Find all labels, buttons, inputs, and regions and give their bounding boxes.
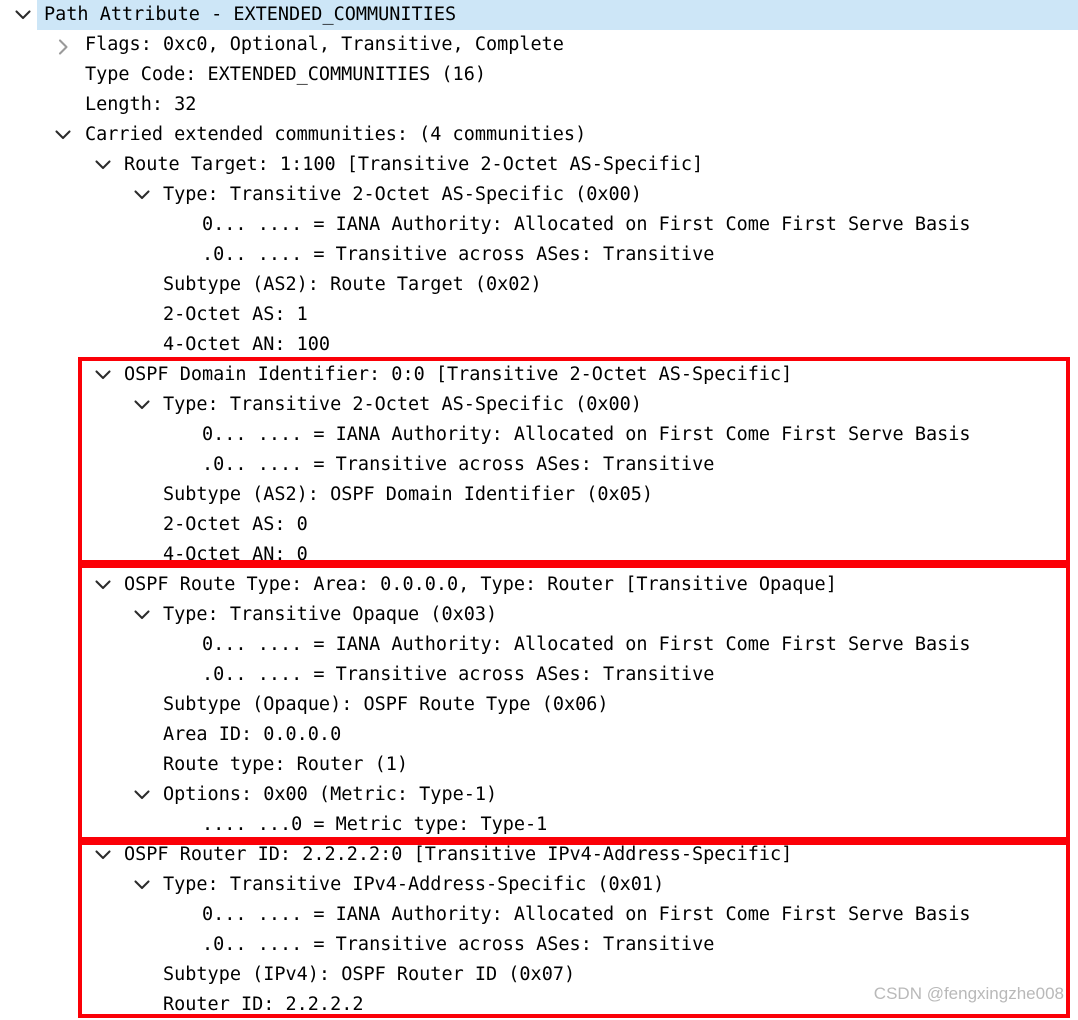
tree-row[interactable]: OSPF Domain Identifier: 0:0 [Transitive … — [0, 360, 1078, 390]
tree-row[interactable]: 0... .... = IANA Authority: Allocated on… — [0, 420, 1078, 450]
tree-row[interactable]: Route Target: 1:100 [Transitive 2-Octet … — [0, 150, 1078, 180]
tree-row[interactable]: Type: Transitive 2-Octet AS-Specific (0x… — [0, 180, 1078, 210]
tree-row[interactable]: .0.. .... = Transitive across ASes: Tran… — [0, 450, 1078, 480]
tree-row-label: Length: 32 — [85, 94, 197, 115]
tree-row-label: Type Code: EXTENDED_COMMUNITIES (16) — [85, 64, 486, 85]
tree-row-label: Type: Transitive IPv4-Address-Specific (… — [163, 874, 665, 895]
tree-row[interactable]: Path Attribute - EXTENDED_COMMUNITIES — [0, 0, 1078, 30]
chevron-down-icon[interactable] — [131, 600, 153, 630]
tree-row-label: 2-Octet AS: 0 — [163, 514, 308, 535]
tree-row[interactable]: OSPF Router ID: 2.2.2.2:0 [Transitive IP… — [0, 840, 1078, 870]
tree-row[interactable]: Flags: 0xc0, Optional, Transitive, Compl… — [0, 30, 1078, 60]
tree-row-label: Type: Transitive 2-Octet AS-Specific (0x… — [163, 184, 642, 205]
tree-row[interactable]: 0... .... = IANA Authority: Allocated on… — [0, 210, 1078, 240]
tree-row[interactable]: 2-Octet AS: 1 — [0, 300, 1078, 330]
chevron-down-icon[interactable] — [131, 180, 153, 210]
tree-row[interactable]: Type Code: EXTENDED_COMMUNITIES (16) — [0, 60, 1078, 90]
tree-row[interactable]: Carried extended communities: (4 communi… — [0, 120, 1078, 150]
packet-details-pane[interactable]: Path Attribute - EXTENDED_COMMUNITIES Fla… — [0, 0, 1078, 1018]
tree-row[interactable]: Length: 32 — [0, 90, 1078, 120]
tree-row-label: OSPF Route Type: Area: 0.0.0.0, Type: Ro… — [124, 574, 837, 595]
tree-row[interactable]: 0... .... = IANA Authority: Allocated on… — [0, 900, 1078, 930]
tree-row-label: .0.. .... = Transitive across ASes: Tran… — [202, 664, 715, 685]
tree-row[interactable]: .0.. .... = Transitive across ASes: Tran… — [0, 660, 1078, 690]
tree-row-label: 2-Octet AS: 1 — [163, 304, 308, 325]
tree-row-label: Route Target: 1:100 [Transitive 2-Octet … — [124, 154, 704, 175]
tree-row[interactable]: Area ID: 0.0.0.0 — [0, 720, 1078, 750]
tree-row-label: Area ID: 0.0.0.0 — [163, 724, 342, 745]
tree-row-label: Type: Transitive 2-Octet AS-Specific (0x… — [163, 394, 642, 415]
tree-row[interactable]: Type: Transitive Opaque (0x03) — [0, 600, 1078, 630]
tree-row-label: 4-Octet AN: 0 — [163, 544, 308, 565]
tree-row[interactable]: .0.. .... = Transitive across ASes: Tran… — [0, 930, 1078, 960]
tree-row-label: Carried extended communities: (4 communi… — [85, 124, 587, 145]
tree-row-label: Route type: Router (1) — [163, 754, 409, 775]
chevron-down-icon[interactable] — [92, 150, 114, 180]
chevron-down-icon[interactable] — [131, 390, 153, 420]
tree-row-label: 0... .... = IANA Authority: Allocated on… — [202, 904, 971, 925]
tree-row-label: Flags: 0xc0, Optional, Transitive, Compl… — [85, 34, 564, 55]
tree-row[interactable]: Type: Transitive IPv4-Address-Specific (… — [0, 870, 1078, 900]
tree-row[interactable]: Subtype (Opaque): OSPF Route Type (0x06) — [0, 690, 1078, 720]
tree-row-label: Subtype (Opaque): OSPF Route Type (0x06) — [163, 694, 609, 715]
chevron-down-icon[interactable] — [131, 870, 153, 900]
tree-row[interactable]: Subtype (AS2): OSPF Domain Identifier (0… — [0, 480, 1078, 510]
tree-row[interactable]: Type: Transitive 2-Octet AS-Specific (0x… — [0, 390, 1078, 420]
tree-row-label: Subtype (AS2): Route Target (0x02) — [163, 274, 542, 295]
chevron-down-icon[interactable] — [92, 570, 114, 600]
tree-row-label: .0.. .... = Transitive across ASes: Tran… — [202, 934, 715, 955]
tree-row-label: Path Attribute - EXTENDED_COMMUNITIES — [44, 4, 457, 25]
tree-row[interactable]: OSPF Route Type: Area: 0.0.0.0, Type: Ro… — [0, 570, 1078, 600]
tree-row-label: .... ...0 = Metric type: Type-1 — [202, 814, 548, 835]
tree-row-label: Router ID: 2.2.2.2 — [163, 994, 364, 1015]
tree-row-label: Type: Transitive Opaque (0x03) — [163, 604, 498, 625]
chevron-down-icon[interactable] — [92, 840, 114, 870]
tree-row-label: OSPF Router ID: 2.2.2.2:0 [Transitive IP… — [124, 844, 793, 865]
tree-row-label: Subtype (AS2): OSPF Domain Identifier (0… — [163, 484, 654, 505]
chevron-right-icon[interactable] — [52, 30, 74, 60]
tree-row-label: OSPF Domain Identifier: 0:0 [Transitive … — [124, 364, 793, 385]
tree-row-label: 4-Octet AN: 100 — [163, 334, 331, 355]
tree-row[interactable]: 0... .... = IANA Authority: Allocated on… — [0, 630, 1078, 660]
tree-row[interactable]: .0.. .... = Transitive across ASes: Tran… — [0, 240, 1078, 270]
tree-row-label: 0... .... = IANA Authority: Allocated on… — [202, 424, 971, 445]
chevron-down-icon[interactable] — [52, 120, 74, 150]
tree-row[interactable]: .... ...0 = Metric type: Type-1 — [0, 810, 1078, 840]
tree-row[interactable]: Route type: Router (1) — [0, 750, 1078, 780]
chevron-down-icon[interactable] — [92, 360, 114, 390]
tree-row[interactable]: Options: 0x00 (Metric: Type-1) — [0, 780, 1078, 810]
watermark: CSDN @fengxingzhe008 — [873, 984, 1064, 1003]
tree-row-label: Subtype (IPv4): OSPF Router ID (0x07) — [163, 964, 576, 985]
tree-row[interactable]: Subtype (AS2): Route Target (0x02) — [0, 270, 1078, 300]
tree-row[interactable]: 4-Octet AN: 100 — [0, 330, 1078, 360]
packet-detail-tree[interactable]: Path Attribute - EXTENDED_COMMUNITIES Fla… — [0, 0, 1078, 1020]
tree-row[interactable]: 4-Octet AN: 0 — [0, 540, 1078, 570]
tree-row-label: 0... .... = IANA Authority: Allocated on… — [202, 634, 971, 655]
tree-row-label: 0... .... = IANA Authority: Allocated on… — [202, 214, 971, 235]
tree-row-label: .0.. .... = Transitive across ASes: Tran… — [202, 454, 715, 475]
tree-row-label: Options: 0x00 (Metric: Type-1) — [163, 784, 498, 805]
chevron-down-icon[interactable] — [131, 780, 153, 810]
tree-row-label: .0.. .... = Transitive across ASes: Tran… — [202, 244, 715, 265]
chevron-down-icon[interactable] — [12, 0, 34, 30]
tree-row[interactable]: 2-Octet AS: 0 — [0, 510, 1078, 540]
